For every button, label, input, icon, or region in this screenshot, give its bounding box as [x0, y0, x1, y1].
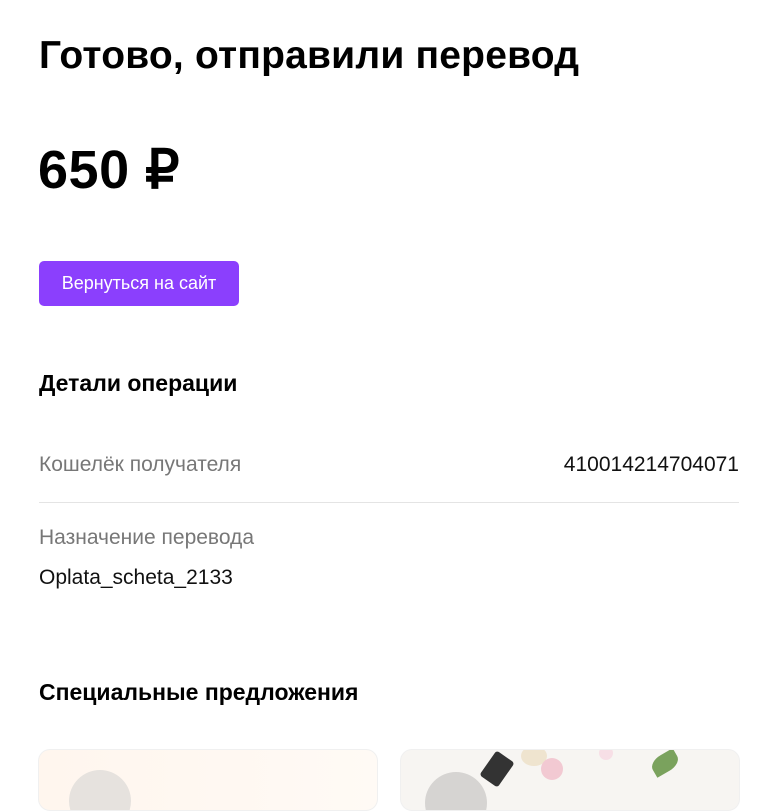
details-section-title: Детали операции — [39, 370, 238, 396]
offer-image-decoration — [541, 758, 563, 780]
wallet-value: 410014214704071 — [563, 453, 739, 476]
offer-image-decoration — [599, 750, 613, 760]
purpose-value: Oplata_scheta_2133 — [39, 566, 233, 589]
offer-logo-circle-icon — [69, 770, 131, 810]
back-to-site-button[interactable]: Вернуться на сайт — [39, 261, 239, 306]
payment-amount: 650 ₽ — [38, 140, 180, 200]
offer-image-decoration — [479, 750, 515, 788]
details-divider — [39, 502, 739, 503]
offer-card[interactable] — [38, 749, 378, 811]
offer-card[interactable] — [400, 749, 740, 811]
wallet-label: Кошелёк получателя — [39, 453, 242, 476]
purpose-label: Назначение перевода — [39, 526, 254, 549]
offer-logo-circle-icon — [425, 772, 487, 810]
offers-section-title: Специальные предложения — [39, 679, 359, 705]
page-title: Готово, отправили перевод — [39, 34, 580, 77]
offer-image-decoration — [648, 750, 682, 778]
